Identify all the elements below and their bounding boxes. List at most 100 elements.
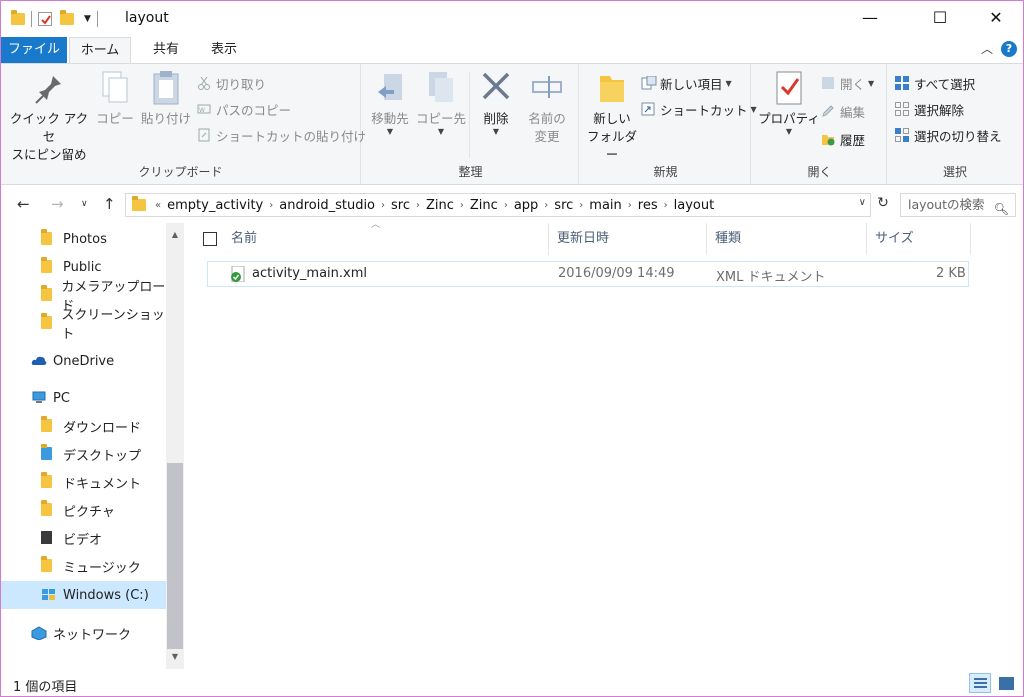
documents-folder-icon — [41, 472, 57, 489]
address-bar[interactable]: « empty_activity › android_studio › src … — [125, 193, 871, 217]
breadcrumb-item[interactable]: Zinc — [426, 198, 454, 213]
details-view-button[interactable] — [969, 673, 991, 693]
close-button[interactable]: ✕ — [973, 1, 1019, 33]
select-none-icon — [895, 102, 909, 116]
history-button[interactable]: 履歴 — [821, 128, 865, 150]
open-button[interactable]: 開く ▼ — [821, 72, 874, 94]
nav-scrollbar[interactable]: ▲ ▼ — [166, 223, 184, 669]
tab-home[interactable]: ホーム — [69, 37, 131, 63]
breadcrumb-item[interactable]: android_studio — [279, 198, 375, 213]
chevron-right-icon[interactable]: › — [504, 200, 508, 211]
nav-item-label: ドキュメント — [63, 476, 142, 492]
nav-item-onedrive[interactable]: OneDrive — [1, 347, 166, 375]
chevron-right-icon[interactable]: › — [664, 200, 668, 211]
rename-label-line2: 変更 — [534, 129, 560, 144]
nav-item-pc[interactable]: PC — [1, 384, 166, 412]
chevron-right-icon[interactable]: › — [269, 200, 273, 211]
recent-locations-icon[interactable]: ∨ — [81, 199, 88, 209]
up-arrow-icon[interactable]: ↑ — [103, 195, 116, 213]
breadcrumb-item[interactable]: Zinc — [470, 198, 498, 213]
forward-arrow-icon[interactable]: → — [51, 195, 64, 213]
help-icon[interactable]: ? — [1001, 41, 1017, 57]
column-header-modified[interactable]: 更新日時 — [549, 223, 707, 255]
item-count: 1 個の項目 — [13, 680, 78, 695]
delete-button[interactable]: 削除 ▼ — [473, 70, 519, 136]
large-icons-view-icon — [999, 677, 1014, 690]
back-arrow-icon[interactable]: ← — [17, 195, 30, 213]
nav-item-photos[interactable]: Photos — [1, 225, 166, 253]
invert-selection-button[interactable]: 選択の切り替え — [895, 124, 1002, 146]
nav-item-desktop[interactable]: デスクトップ — [1, 440, 166, 468]
nav-item-network[interactable]: ネットワーク — [1, 619, 166, 647]
separator — [31, 11, 32, 27]
scroll-up-icon[interactable]: ▲ — [166, 227, 184, 243]
column-header-type[interactable]: 種類 — [707, 223, 867, 255]
breadcrumb-item[interactable]: res — [638, 198, 658, 213]
paste-button[interactable]: 貼り付け — [139, 70, 193, 128]
nav-item-downloads[interactable]: ダウンロード — [1, 412, 166, 440]
move-to-button[interactable]: 移動先 ▼ — [365, 70, 415, 136]
title-bar: ▼ layout — ☐ ✕ — [1, 1, 1023, 35]
select-all-button[interactable]: すべて選択 — [895, 72, 975, 94]
new-folder-icon[interactable] — [60, 10, 74, 25]
copy-path-button[interactable]: W パスのコピー — [197, 98, 291, 120]
music-folder-icon — [41, 556, 57, 573]
overflow-icon[interactable]: « — [155, 200, 161, 211]
large-icons-view-button[interactable] — [995, 673, 1017, 693]
breadcrumb-item[interactable]: main — [589, 198, 621, 213]
column-header-name[interactable]: 名前 — [223, 223, 549, 255]
scroll-down-icon[interactable]: ▼ — [166, 649, 184, 665]
breadcrumb-item[interactable]: empty_activity — [167, 198, 263, 213]
breadcrumb-item[interactable]: app — [514, 198, 538, 213]
window-title: layout — [125, 10, 169, 26]
edit-button[interactable]: 編集 — [821, 100, 865, 122]
nav-item-label: Photos — [63, 231, 107, 247]
nav-item-screenshots[interactable]: スクリーンショット — [1, 308, 166, 342]
properties-button[interactable]: プロパティ ▼ — [757, 70, 821, 136]
search-icon[interactable]: 🔍︎ — [994, 198, 1009, 220]
nav-item-documents[interactable]: ドキュメント — [1, 468, 166, 496]
tab-share[interactable]: 共有 — [141, 37, 191, 63]
copy-to-icon — [425, 70, 457, 106]
rename-button[interactable]: 名前の 変更 — [521, 70, 573, 146]
chevron-right-icon[interactable]: › — [579, 200, 583, 211]
breadcrumb-item[interactable]: src — [554, 198, 573, 213]
tab-file[interactable]: ファイル — [1, 37, 67, 63]
copy-to-button[interactable]: コピー先 ▼ — [415, 70, 467, 136]
file-row[interactable]: activity_main.xml 2016/09/09 14:49 XML ド… — [207, 261, 969, 287]
chevron-right-icon[interactable]: › — [460, 200, 464, 211]
search-input[interactable]: layoutの検索 🔍︎ — [900, 193, 1016, 217]
nav-item-videos[interactable]: ビデオ — [1, 524, 166, 552]
tab-view[interactable]: 表示 — [199, 37, 249, 63]
breadcrumb-item[interactable]: layout — [674, 198, 715, 213]
details-view-icon — [974, 678, 987, 689]
column-header-size[interactable]: サイズ — [867, 223, 971, 255]
chevron-right-icon[interactable]: › — [416, 200, 420, 211]
paste-shortcut-button[interactable]: ショートカットの貼り付け — [197, 124, 366, 146]
chevron-right-icon[interactable]: › — [544, 200, 548, 211]
delete-x-icon — [480, 70, 512, 106]
copy-button[interactable]: コピー — [93, 70, 137, 128]
chevron-right-icon[interactable]: › — [381, 200, 385, 211]
new-item-button[interactable]: 新しい項目 ▼ — [641, 72, 732, 94]
nav-item-music[interactable]: ミュージック — [1, 552, 166, 580]
collapse-ribbon-icon[interactable]: ︿ — [981, 40, 993, 57]
maximize-button[interactable]: ☐ — [917, 1, 963, 33]
properties-icon[interactable] — [38, 12, 52, 26]
minimize-button[interactable]: — — [847, 1, 893, 33]
file-size: 2 KB — [936, 266, 966, 281]
breadcrumb-item[interactable]: src — [391, 198, 410, 213]
address-dropdown-icon[interactable]: ∨ — [859, 197, 866, 208]
select-none-button[interactable]: 選択解除 — [895, 98, 964, 120]
nav-item-pictures[interactable]: ピクチャ — [1, 496, 166, 524]
refresh-icon[interactable]: ↻ — [873, 195, 893, 215]
chevron-right-icon[interactable]: › — [628, 200, 632, 211]
shortcut-button[interactable]: ショートカット ▼ — [641, 98, 757, 120]
nav-item-windows-c[interactable]: Windows (C:) — [1, 581, 166, 609]
cut-button[interactable]: 切り取り — [197, 72, 266, 94]
scrollbar-thumb[interactable] — [167, 463, 183, 649]
pin-quick-access-button[interactable]: クイック アクセ スにピン留め — [7, 70, 91, 164]
customize-toolbar-icon[interactable]: ▼ — [84, 14, 91, 24]
new-folder-button[interactable]: 新しい フォルダー — [583, 70, 641, 164]
select-all-checkbox[interactable] — [203, 232, 217, 246]
